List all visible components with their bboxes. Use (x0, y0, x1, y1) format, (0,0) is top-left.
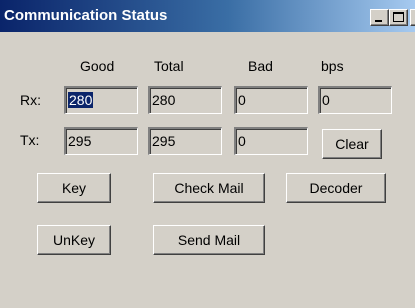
maximize-icon[interactable] (389, 9, 408, 26)
rx-label: Rx: (20, 92, 41, 108)
minimize-icon[interactable] (370, 9, 389, 26)
rx-bad-field[interactable]: 0 (234, 86, 308, 114)
column-header-bad: Bad (248, 58, 273, 74)
column-header-total: Total (154, 58, 184, 74)
title-bar[interactable]: Communication Status ✕ (0, 0, 415, 32)
unkey-button[interactable]: UnKey (37, 225, 111, 255)
check-mail-button[interactable]: Check Mail (153, 173, 265, 203)
rx-bps-field[interactable]: 0 (318, 86, 392, 114)
clear-button[interactable]: Clear (322, 129, 382, 159)
column-header-bps: bps (321, 58, 344, 74)
tx-bad-field[interactable]: 0 (234, 127, 308, 155)
column-header-good: Good (80, 58, 115, 74)
tx-good-field[interactable]: 295 (64, 127, 138, 155)
rx-good-value: 280 (68, 92, 94, 108)
tx-label: Tx: (20, 132, 40, 148)
rx-good-field[interactable]: 280 (64, 86, 138, 114)
rx-total-field[interactable]: 280 (148, 86, 222, 114)
decoder-button[interactable]: Decoder (286, 173, 386, 203)
key-button[interactable]: Key (37, 173, 111, 203)
send-mail-button[interactable]: Send Mail (153, 225, 265, 255)
window-title: Communication Status (4, 7, 168, 24)
close-icon[interactable]: ✕ (410, 9, 415, 26)
tx-total-field[interactable]: 295 (148, 127, 222, 155)
